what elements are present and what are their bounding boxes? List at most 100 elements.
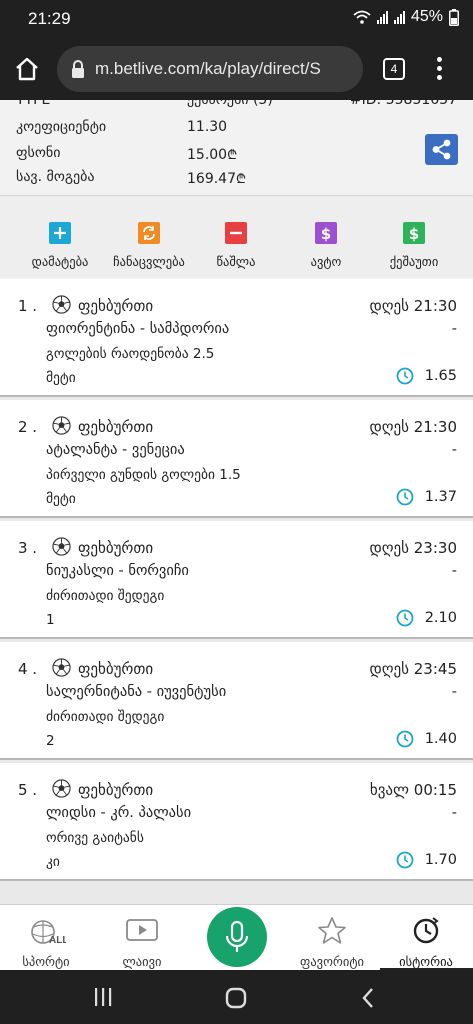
soccer-ball-icon xyxy=(52,537,71,556)
selection-odds: 1.65 xyxy=(424,368,457,384)
bet-selection[interactable]: 1 . ფეხბურთი დღეს 21:30 ფიორენტინა - სამ… xyxy=(0,279,473,397)
sport-name: ფეხბურთი xyxy=(78,418,154,436)
match-time: დღეს 21:30 xyxy=(369,418,457,436)
market-name: ძირითადი შედეგი xyxy=(46,588,165,604)
bet-selection[interactable]: 2 . ფეხბურთი დღეს 21:30 ატალანტა - ვენეც… xyxy=(0,400,473,518)
score-placeholder: - xyxy=(451,805,457,821)
wifi-icon xyxy=(353,10,371,24)
odds-label: კოეფიციენტი xyxy=(16,119,107,135)
selection-number: 2 . xyxy=(18,418,38,436)
soccer-ball-icon xyxy=(52,416,71,435)
nav-live[interactable]: ლაივი xyxy=(112,915,172,969)
clock-icon xyxy=(396,851,414,869)
status-icons: 45% xyxy=(353,8,459,26)
match-teams: ლიდსი - კრ. პალასი xyxy=(46,805,192,821)
selected-outcome: 1 xyxy=(46,612,55,628)
soccer-ball-icon xyxy=(52,295,71,314)
star-icon xyxy=(318,917,346,944)
remove-label: წაშლა xyxy=(216,254,256,269)
battery-icon xyxy=(449,8,459,26)
clock-icon xyxy=(396,609,414,627)
selection-odds: 1.40 xyxy=(424,731,457,747)
bet-type-value: ექსპრესი (5) xyxy=(187,100,273,108)
nav-sports-label: სპორტი xyxy=(22,954,70,969)
replace-label: ჩანაცვლება xyxy=(113,254,185,269)
signal-icon xyxy=(376,10,388,24)
clock-icon xyxy=(396,488,414,506)
selection-odds: 1.37 xyxy=(424,489,457,505)
recent-apps-icon[interactable] xyxy=(93,987,113,1007)
match-teams: ფიორენტინა - სამპდორია xyxy=(46,321,230,337)
share-icon xyxy=(432,139,451,160)
nav-sports[interactable]: ALL სპორტი xyxy=(14,915,78,969)
dollar-icon: $ xyxy=(315,222,337,244)
sport-name: ფეხბურთი xyxy=(78,539,154,557)
system-navigation-bar xyxy=(0,970,473,1024)
potential-win-value: 169.47₾ xyxy=(187,171,247,187)
selected-outcome: 2 xyxy=(46,733,55,749)
overflow-menu-icon[interactable] xyxy=(434,57,444,83)
home-icon[interactable] xyxy=(14,56,40,82)
url-text: m.betlive.com/ka/play/direct/S xyxy=(95,59,321,78)
voice-search-button[interactable] xyxy=(207,907,267,967)
minus-icon xyxy=(225,222,247,244)
odds-value: 11.30 xyxy=(187,119,228,135)
status-time: 21:29 xyxy=(28,9,71,28)
selection-number: 3 . xyxy=(18,539,38,557)
browser-toolbar: m.betlive.com/ka/play/direct/S 4 xyxy=(0,38,473,100)
dollar-icon: $ xyxy=(403,222,425,244)
soccer-ball-icon xyxy=(52,779,71,798)
sport-name: ფეხბურთი xyxy=(78,660,154,678)
match-teams: სალერნიტანა - იუვენტუსი xyxy=(46,684,227,700)
bet-selection[interactable]: 3 . ფეხბურთი დღეს 23:30 ნიუკასლი - ნორვი… xyxy=(0,521,473,639)
market-name: გოლების რაოდენობა 2.5 xyxy=(46,346,215,362)
bet-actions: დამატება ჩანაცვლება წაშლა $ ავტო $ ქეშაუ… xyxy=(0,195,473,279)
match-time: დღეს 21:30 xyxy=(369,297,457,315)
match-teams: ატალანტა - ვენეცია xyxy=(46,442,185,458)
sports-ball-icon: ALL xyxy=(31,920,68,946)
score-placeholder: - xyxy=(451,563,457,579)
battery-percent: 45% xyxy=(410,8,443,25)
match-time: დღეს 23:45 xyxy=(369,660,457,678)
match-teams: ნიუკასლი - ნორვიჩი xyxy=(46,563,189,579)
nav-history-label: ისტორია xyxy=(399,954,453,969)
remove-button[interactable]: წაშლა xyxy=(204,222,268,269)
market-name: ძირითადი შედეგი xyxy=(46,709,165,725)
replace-button[interactable]: ჩანაცვლება xyxy=(106,222,192,269)
soccer-ball-icon xyxy=(52,658,71,677)
cashout-label: ქეშაუთი xyxy=(389,254,439,269)
auto-button[interactable]: $ ავტო xyxy=(296,222,356,269)
market-name: ორივე გაიტანს xyxy=(46,830,144,846)
score-placeholder: - xyxy=(451,684,457,700)
selection-number: 1 . xyxy=(18,297,38,315)
nav-history[interactable]: ისტორია xyxy=(388,915,464,969)
nav-favorites-label: ფავორიტი xyxy=(300,954,364,969)
signal-icon-2 xyxy=(393,10,405,24)
status-bar: 21:29 45% xyxy=(0,0,473,38)
url-field[interactable]: m.betlive.com/ka/play/direct/S xyxy=(57,46,363,92)
bet-selection[interactable]: 4 . ფეხბურთი დღეს 23:45 სალერნიტანა - იუ… xyxy=(0,642,473,760)
share-button[interactable] xyxy=(425,134,458,165)
selection-odds: 2.10 xyxy=(424,610,457,626)
svg-text:$: $ xyxy=(409,225,419,243)
home-nav-icon[interactable] xyxy=(225,987,247,1009)
bet-id: #ID: 55851637 xyxy=(349,100,457,108)
clock-icon xyxy=(396,367,414,385)
match-time: დღეს 23:30 xyxy=(369,539,457,557)
selection-number: 5 . xyxy=(18,781,38,799)
market-name: პირველი გუნდის გოლები 1.5 xyxy=(46,467,241,483)
tab-switcher-button[interactable]: 4 xyxy=(383,58,405,80)
cashout-button[interactable]: $ ქეშაუთი xyxy=(380,222,448,269)
match-time: ხვალ 00:15 xyxy=(369,781,457,799)
play-icon xyxy=(126,919,158,941)
nav-favorites[interactable]: ფავორიტი xyxy=(292,915,372,969)
potential-win-label: სავ. მოგება xyxy=(16,169,95,185)
bet-selection[interactable]: 5 . ფეხბურთი ხვალ 00:15 ლიდსი - კრ. პალა… xyxy=(0,763,473,881)
selected-outcome: მეტი xyxy=(46,491,76,507)
bottom-navigation: ALL სპორტი ლაივი ფავორიტი ისტორია xyxy=(0,904,473,971)
nav-live-label: ლაივი xyxy=(122,954,162,969)
add-button[interactable]: დამატება xyxy=(22,222,98,269)
stake-label: ფსონი xyxy=(16,145,61,161)
back-icon[interactable] xyxy=(360,987,376,1009)
bet-summary: TYPE ექსპრესი (5) #ID: 55851637 კოეფიციე… xyxy=(0,100,473,195)
